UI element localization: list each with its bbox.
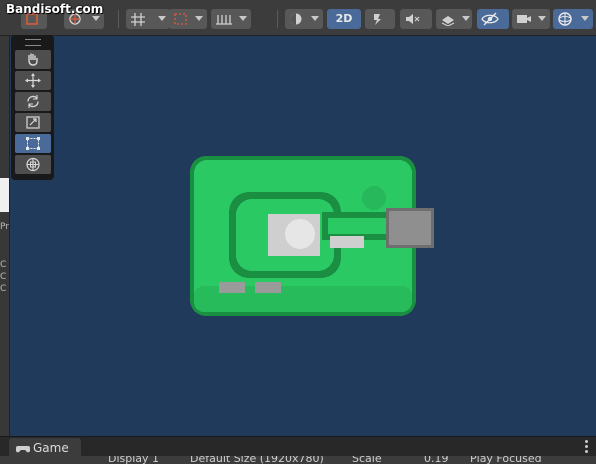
move-icon xyxy=(24,73,41,88)
scene-view[interactable] xyxy=(10,36,596,436)
grid-snap-dropdown[interactable] xyxy=(126,9,170,29)
rect-transform-icon xyxy=(25,137,40,150)
audio-mute-icon xyxy=(406,14,420,24)
lighting-toggle[interactable] xyxy=(365,9,395,29)
turret-plate xyxy=(330,236,364,248)
tank-sprite[interactable] xyxy=(190,156,434,316)
mode-2d-toggle[interactable]: 2D xyxy=(327,9,361,29)
mode-2d-label: 2D xyxy=(335,12,353,25)
camera-dropdown[interactable] xyxy=(512,9,550,29)
scale-tool-button[interactable] xyxy=(14,113,51,132)
increment-snap-dropdown[interactable] xyxy=(169,9,207,29)
sprite-canvas xyxy=(190,156,434,316)
tools-grip[interactable] xyxy=(24,39,41,46)
game-window-tab-bar: Game xyxy=(0,436,596,457)
muzzle xyxy=(389,211,431,245)
sprite-bolt xyxy=(362,186,386,210)
effects-icon xyxy=(441,16,455,26)
tools-overlay xyxy=(11,35,54,180)
resolution-dropdown[interactable]: Default Size (1920x780) xyxy=(190,456,324,464)
panel-fragment-4: C xyxy=(0,284,7,294)
shading-mode-dropdown[interactable] xyxy=(285,9,323,29)
more-options-icon[interactable] xyxy=(585,440,588,455)
camera-icon xyxy=(517,15,531,23)
increment-snap-icon xyxy=(174,13,187,25)
play-focused-dropdown[interactable]: Play Focused xyxy=(470,456,542,464)
panel-fragment-2: C xyxy=(0,260,7,270)
scale-label: Scale xyxy=(352,456,382,464)
game-view-toolbar: Display 1 Default Size (1920x780) Scale … xyxy=(0,456,596,464)
scene-toolbar: Bandisoft.com 2D xyxy=(0,0,596,36)
hierarchy-panel-edge: Pr C C C xyxy=(0,36,10,436)
grid-snap-icon xyxy=(131,13,145,26)
game-controller-icon xyxy=(16,446,30,453)
gizmos-dropdown[interactable] xyxy=(553,9,593,29)
bandicam-watermark: Bandisoft.com xyxy=(6,2,104,16)
turret-hatch xyxy=(285,219,315,249)
hand-tool-button[interactable] xyxy=(14,50,51,69)
track-detail-2 xyxy=(255,282,281,293)
audio-toggle[interactable] xyxy=(400,9,432,29)
panel-fragment-1: Pr xyxy=(0,222,9,232)
shading-mode-icon xyxy=(290,13,302,25)
visibility-icon xyxy=(481,12,499,26)
panel-edge-highlight xyxy=(0,178,9,212)
transform-icon xyxy=(25,157,40,172)
rulers-dropdown[interactable] xyxy=(211,9,251,29)
rotate-icon xyxy=(26,95,39,108)
rulers-icon xyxy=(216,15,232,25)
scale-icon xyxy=(25,116,40,129)
scale-value[interactable]: 0.19 xyxy=(424,456,449,464)
rotate-tool-button[interactable] xyxy=(14,92,51,111)
track-detail-1 xyxy=(219,282,245,293)
game-tab-label: Game xyxy=(33,441,69,455)
transform-tool-button[interactable] xyxy=(14,155,51,174)
gizmos-icon xyxy=(558,12,572,26)
display-dropdown[interactable]: Display 1 xyxy=(108,456,159,464)
effects-dropdown[interactable] xyxy=(436,9,472,29)
scene-visibility-toggle[interactable] xyxy=(477,9,509,29)
lighting-icon xyxy=(374,14,381,25)
move-tool-button[interactable] xyxy=(14,71,51,90)
panel-fragment-3: C xyxy=(0,272,7,282)
game-tab[interactable]: Game xyxy=(9,438,81,457)
hand-icon xyxy=(27,53,38,66)
rect-tool-button[interactable] xyxy=(14,134,51,153)
